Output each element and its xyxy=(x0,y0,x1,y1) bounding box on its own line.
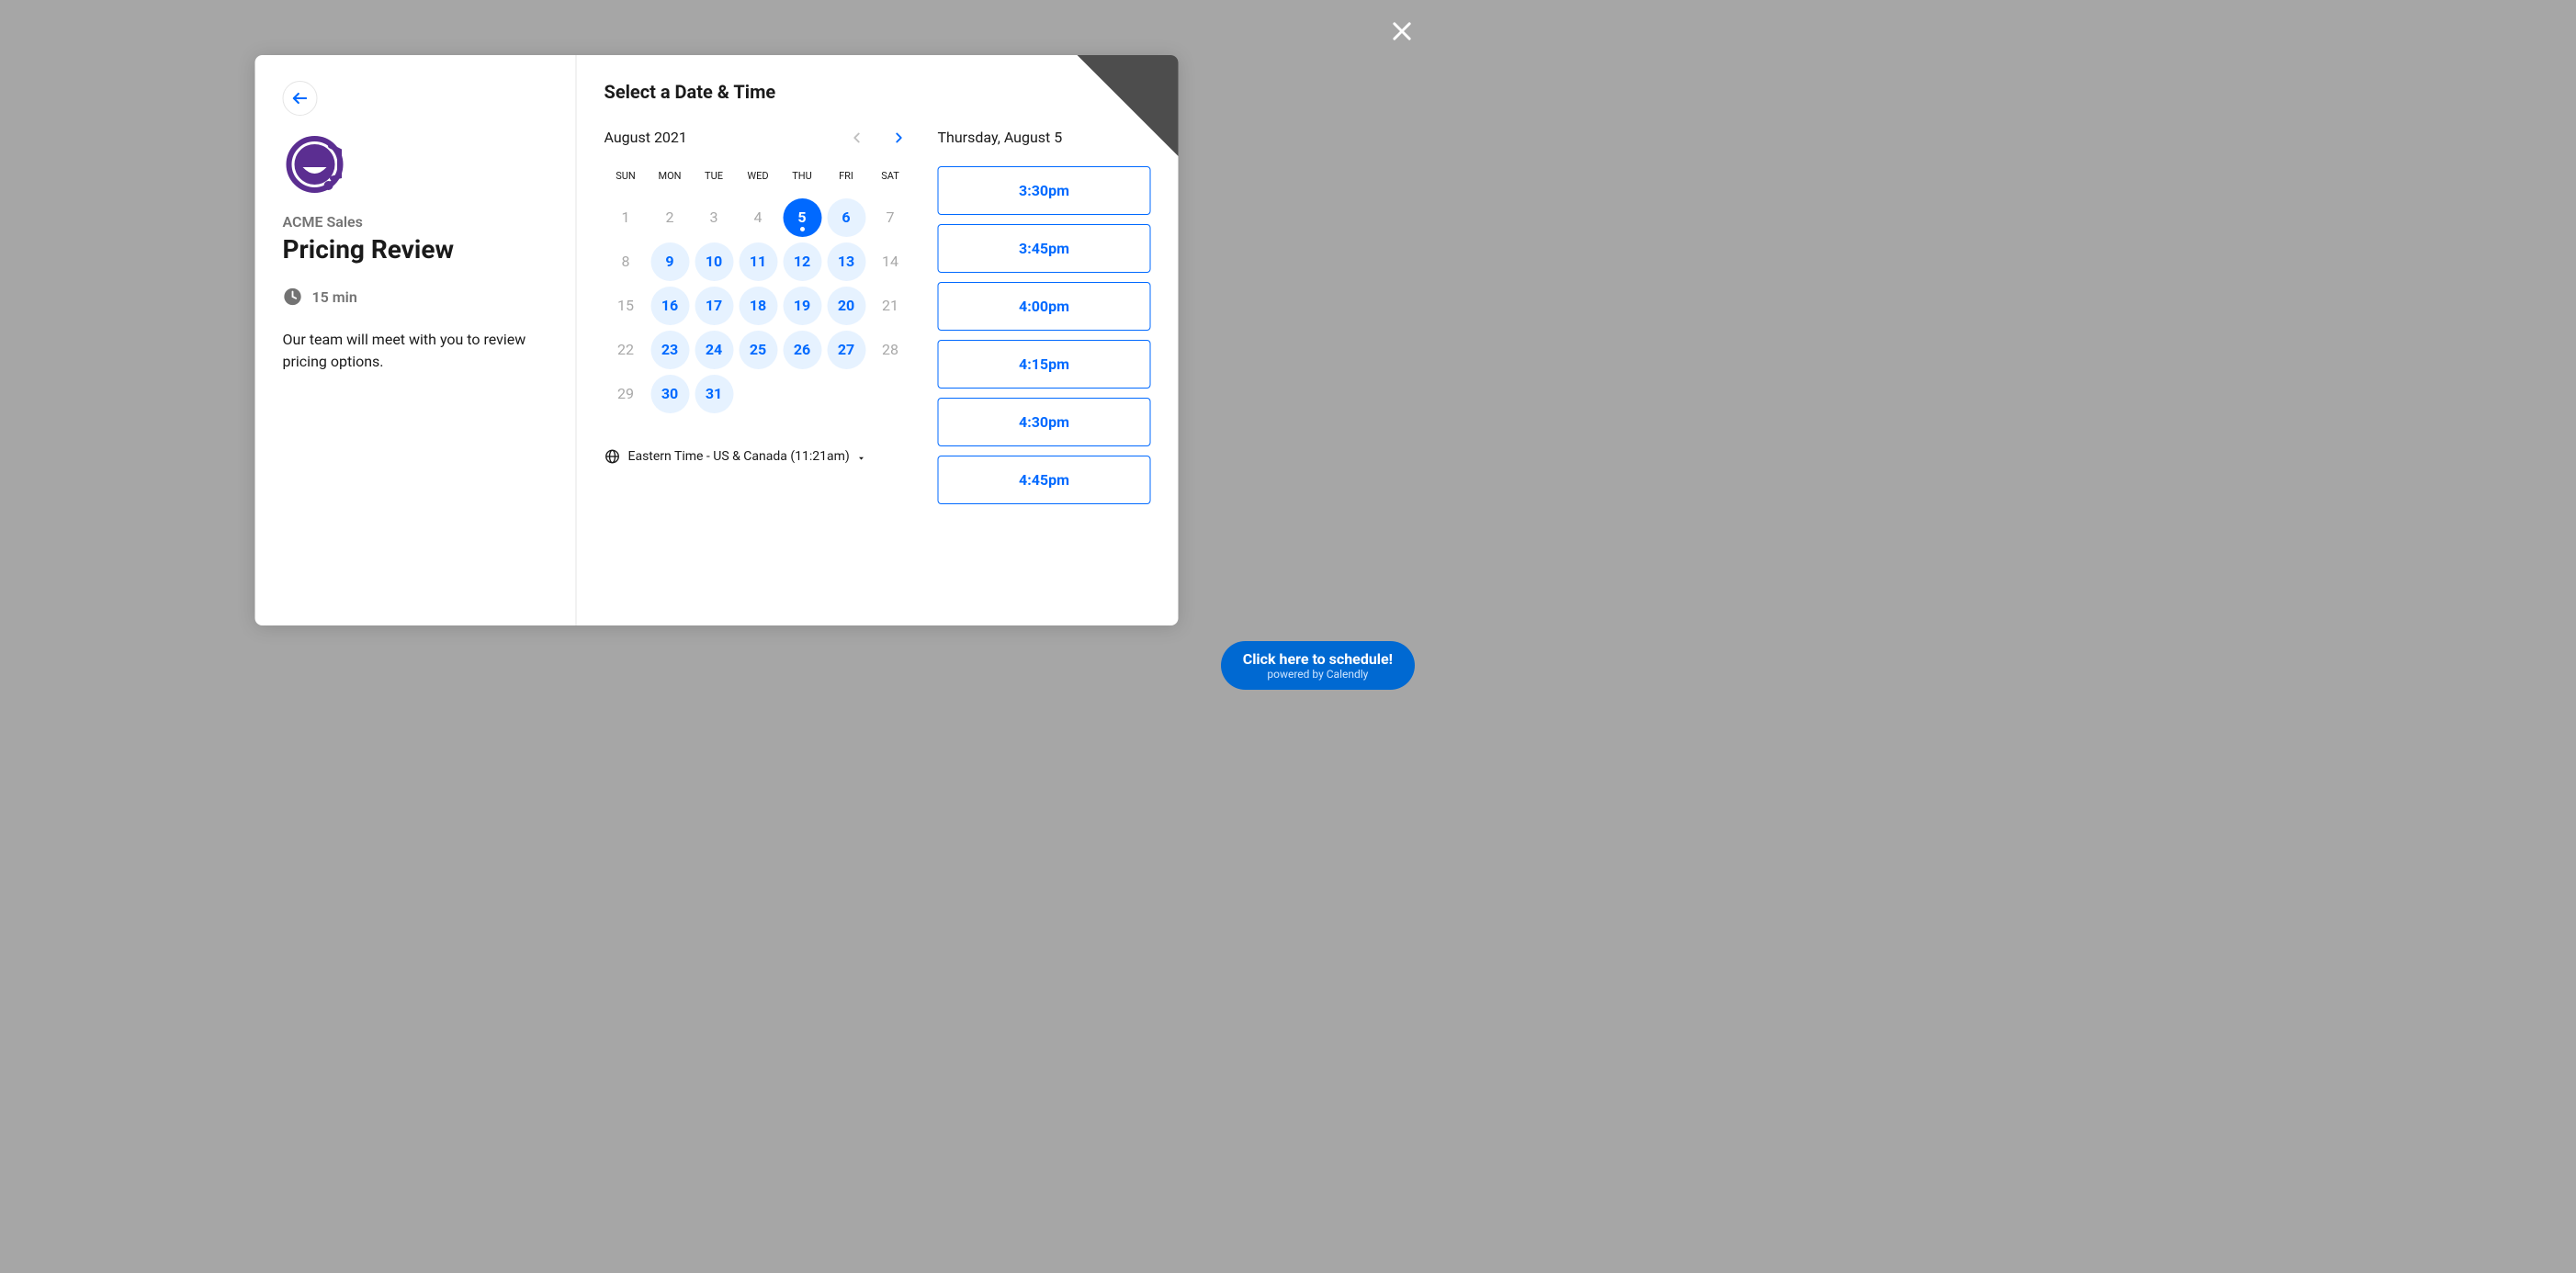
prev-month-button xyxy=(849,130,865,146)
day-header: MON xyxy=(649,163,692,195)
day-header: THU xyxy=(781,163,824,195)
day-header: WED xyxy=(737,163,780,195)
calendar-day[interactable]: 10 xyxy=(693,240,736,283)
calendar-day: 29 xyxy=(604,372,648,415)
calendar-day: 14 xyxy=(869,240,912,283)
scheduling-modal: ACME Sales Pricing Review 15 min Our tea… xyxy=(255,55,1179,625)
calendar-day: 1 xyxy=(604,196,648,239)
time-slot[interactable]: 4:15pm xyxy=(938,340,1151,389)
timezone-label: Eastern Time - US & Canada (11:21am) xyxy=(628,449,850,464)
time-slots-list: 3:30pm 3:45pm 4:00pm 4:15pm 4:30pm 4:45pm xyxy=(938,166,1151,504)
calendar-day: 8 xyxy=(604,240,648,283)
calendar-day[interactable]: 30 xyxy=(649,372,692,415)
calendar-day[interactable]: 12 xyxy=(781,240,824,283)
time-slot[interactable]: 4:00pm xyxy=(938,282,1151,331)
calendar-section: August 2021 SUN xyxy=(604,129,912,504)
calendar-day: 22 xyxy=(604,328,648,371)
calendar-day[interactable]: 25 xyxy=(737,328,780,371)
calendar-day[interactable]: 24 xyxy=(693,328,736,371)
event-title: Pricing Review xyxy=(283,234,548,265)
globe-icon xyxy=(604,448,621,465)
calendar-day[interactable]: 5 xyxy=(781,196,824,239)
company-name: ACME Sales xyxy=(283,213,548,231)
time-slot[interactable]: 3:45pm xyxy=(938,224,1151,273)
clock-icon xyxy=(283,287,303,307)
calendar-day: 2 xyxy=(649,196,692,239)
back-button[interactable] xyxy=(283,81,318,116)
calendar-day: 15 xyxy=(604,284,648,327)
event-description: Our team will meet with you to review pr… xyxy=(283,329,548,373)
calendar-day[interactable]: 6 xyxy=(825,196,868,239)
timezone-selector[interactable]: Eastern Time - US & Canada (11:21am) xyxy=(604,448,912,465)
time-slots-section: Thursday, August 5 3:30pm3:45pm4:00pm4:1… xyxy=(938,129,1151,504)
day-header: TUE xyxy=(693,163,736,195)
calendar-day[interactable]: 19 xyxy=(781,284,824,327)
calendar-day: 28 xyxy=(869,328,912,371)
calendar-day: 4 xyxy=(737,196,780,239)
calendar-day[interactable]: 23 xyxy=(649,328,692,371)
calendar-day[interactable]: 26 xyxy=(781,328,824,371)
calendar-day: 3 xyxy=(693,196,736,239)
calendar-day: 7 xyxy=(869,196,912,239)
bubble-main-text: Click here to schedule! xyxy=(1243,650,1393,668)
day-header: SUN xyxy=(604,163,648,195)
event-details-panel: ACME Sales Pricing Review 15 min Our tea… xyxy=(255,55,577,625)
duration-row: 15 min xyxy=(283,287,548,307)
calendar-day[interactable]: 13 xyxy=(825,240,868,283)
calendar-day[interactable]: 31 xyxy=(693,372,736,415)
next-month-button[interactable] xyxy=(891,130,908,146)
calendar-day[interactable]: 9 xyxy=(649,240,692,283)
calendar-day[interactable]: 16 xyxy=(649,284,692,327)
day-header: SAT xyxy=(869,163,912,195)
calendar-day[interactable]: 27 xyxy=(825,328,868,371)
calendar-day[interactable]: 18 xyxy=(737,284,780,327)
time-slot[interactable]: 4:45pm xyxy=(938,456,1151,504)
calendar-day: 21 xyxy=(869,284,912,327)
time-slot[interactable]: 3:30pm xyxy=(938,166,1151,215)
duration-text: 15 min xyxy=(312,288,357,306)
caret-down-icon xyxy=(857,452,866,461)
calendar-day[interactable]: 20 xyxy=(825,284,868,327)
close-icon[interactable] xyxy=(1389,18,1415,44)
calendar-day[interactable]: 11 xyxy=(737,240,780,283)
day-header: FRI xyxy=(825,163,868,195)
powered-by-ribbon[interactable]: POWERED BY Calendly xyxy=(1078,55,1179,156)
time-slot[interactable]: 4:30pm xyxy=(938,398,1151,446)
scheduling-panel: POWERED BY Calendly Select a Date & Time… xyxy=(577,55,1179,625)
month-label: August 2021 xyxy=(604,129,687,146)
bubble-sub-text: powered by Calendly xyxy=(1243,668,1393,681)
avatar xyxy=(283,132,347,197)
schedule-cta-bubble[interactable]: Click here to schedule! powered by Calen… xyxy=(1221,641,1415,690)
calendar-grid: SUNMONTUEWEDTHUFRISAT1234567891011121314… xyxy=(604,163,912,415)
calendar-day[interactable]: 17 xyxy=(693,284,736,327)
